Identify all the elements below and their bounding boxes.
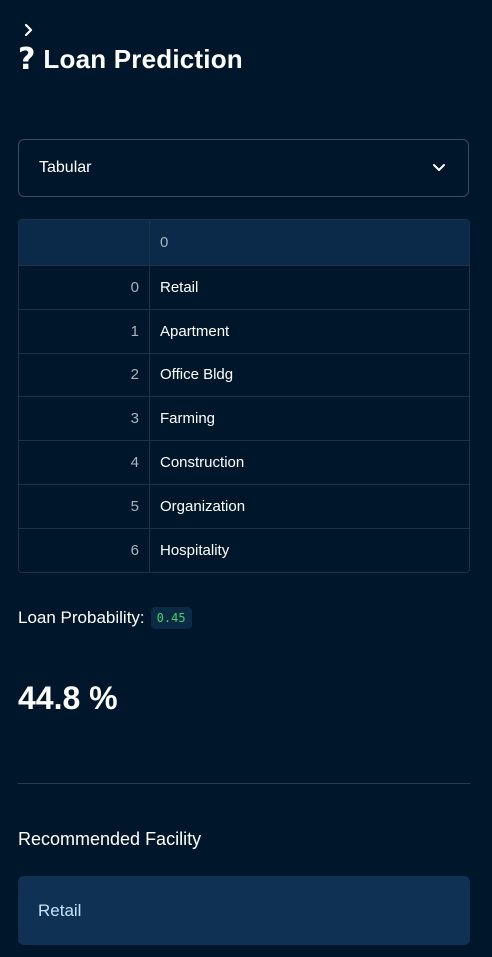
recommended-facility-value: Retail xyxy=(38,900,82,920)
question-mark-icon: ? xyxy=(18,41,36,77)
recommended-facility-heading: Recommended Facility xyxy=(18,829,202,849)
loan-probability-code: 0.45 xyxy=(150,607,192,629)
row-value: Construction xyxy=(160,454,245,472)
chevron-down-icon xyxy=(432,160,448,176)
row-index: 6 xyxy=(19,528,150,572)
row-value: Hospitality xyxy=(160,541,230,559)
row-value: Apartment xyxy=(160,322,230,340)
row-index: 5 xyxy=(19,484,150,528)
page-title: Loan Prediction xyxy=(43,44,243,74)
recommended-facility-box: Retail xyxy=(18,876,470,945)
table-column-header: 0 xyxy=(160,234,169,251)
table-row: 6 Hospitality xyxy=(19,527,469,572)
row-index: 1 xyxy=(19,309,150,353)
view-type-select[interactable]: Tabular xyxy=(18,139,469,197)
table-row: 3 Farming xyxy=(19,396,469,441)
select-value: Tabular xyxy=(39,159,92,176)
table-row: 0 Retail xyxy=(19,265,469,309)
divider xyxy=(18,783,470,784)
table-row: 2 Office Bldg xyxy=(19,352,469,397)
row-value: Retail xyxy=(160,278,199,296)
loan-probability-metric: 44.8 % xyxy=(18,680,118,716)
facility-table: 0 0 Retail 1 Apartment 2 Office Bldg 3 F… xyxy=(18,219,470,573)
table-header-row: 0 xyxy=(19,220,469,265)
loan-probability-row: Loan Probability: 0.45 xyxy=(18,607,192,629)
row-value: Office Bldg xyxy=(160,366,234,384)
row-index: 4 xyxy=(19,441,150,484)
expand-sidebar-chevron-icon[interactable] xyxy=(22,22,36,38)
table-row: 5 Organization xyxy=(19,483,469,528)
row-value: Organization xyxy=(160,497,246,515)
row-index: 2 xyxy=(19,353,150,397)
table-row: 4 Construction xyxy=(19,440,469,484)
table-row: 1 Apartment xyxy=(19,308,469,353)
row-index: 0 xyxy=(19,266,150,309)
table-index-header xyxy=(19,220,150,265)
loan-probability-label: Loan Probability: xyxy=(18,608,145,627)
row-index: 3 xyxy=(19,397,150,441)
page-title-row: ? Loan Prediction xyxy=(18,44,243,75)
row-value: Farming xyxy=(160,410,216,428)
